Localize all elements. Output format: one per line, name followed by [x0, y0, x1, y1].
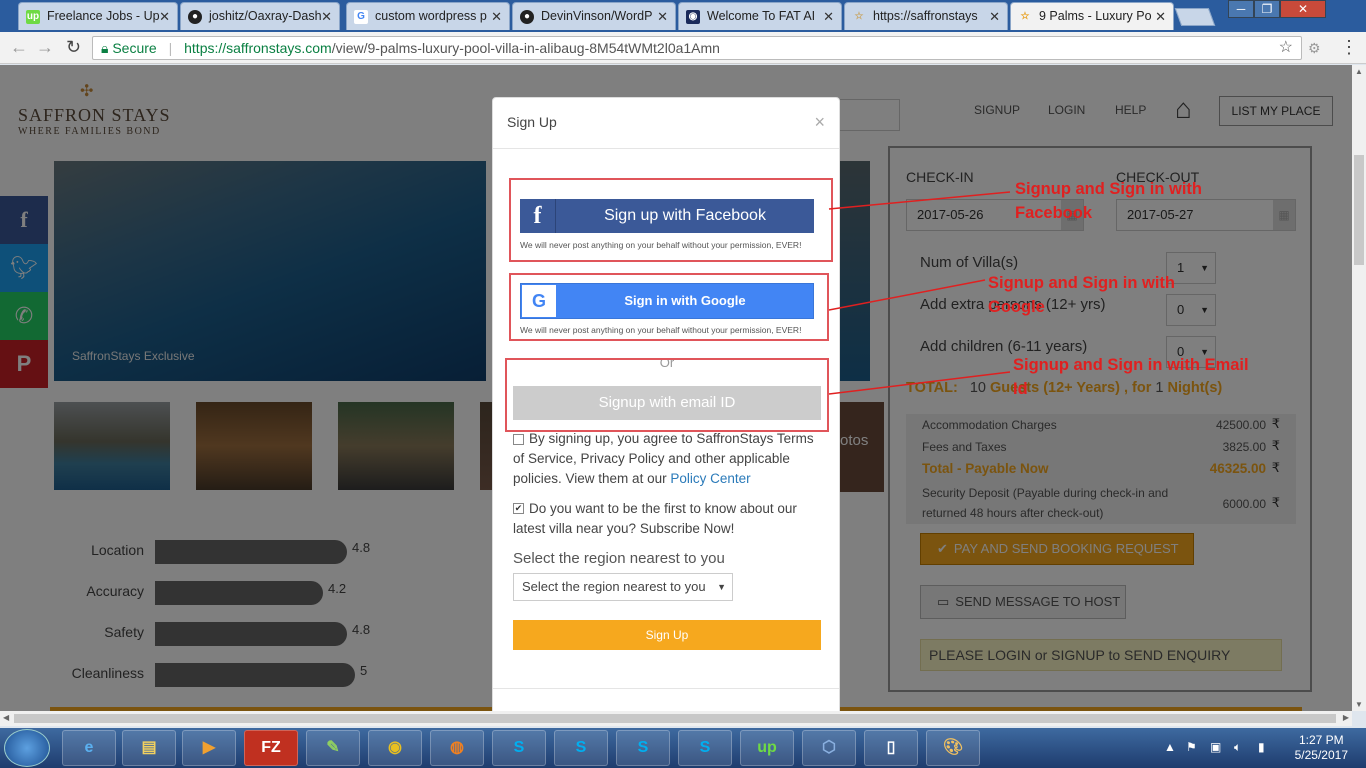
ie-icon[interactable]: e — [62, 730, 116, 766]
annotation-facebook: Signup and Sign in with Facebook — [1015, 177, 1202, 225]
annotation-arrow — [828, 279, 986, 311]
browser-tab-active[interactable]: ☆ 9 Palms - Luxury Po ✕ — [1010, 2, 1174, 30]
annotation-line: Signup and Sign in with Email — [1013, 356, 1249, 374]
virtualbox-icon[interactable]: ⬡ — [802, 730, 856, 766]
upwork-icon[interactable]: up — [740, 730, 794, 766]
folder-icon[interactable]: ▤ — [122, 730, 176, 766]
vertical-scrollbar[interactable]: ▲ ▼ — [1352, 65, 1366, 711]
tab-title: DevinVinson/WordP — [541, 9, 653, 23]
windows-taskbar: e ▤ ▶ FZ ✎ ◉ ◍ S S S S up ⬡ ▯ 🎨︎ ▲ ⚑ ▣ 🔈… — [0, 728, 1366, 768]
start-button[interactable] — [4, 729, 50, 767]
scroll-left-icon[interactable]: ◀ — [3, 713, 9, 722]
scrollbar-thumb[interactable] — [1354, 155, 1364, 265]
media-player-icon[interactable]: ▶ — [182, 730, 236, 766]
annotation-line: Google — [988, 298, 1045, 316]
scrollbar-thumb[interactable] — [14, 714, 1336, 723]
signal-icon[interactable]: ▮ — [1258, 740, 1265, 754]
url-path: /view/9-palms-luxury-pool-villa-in-aliba… — [331, 40, 720, 56]
annotation-line: Signup and Sign in with — [1015, 180, 1202, 198]
tab-title: custom wordpress p — [375, 9, 487, 23]
tab-title: Welcome To FAT AI — [707, 9, 816, 23]
github-icon: ● — [188, 10, 202, 24]
bookmark-star-icon[interactable]: ☆ — [1279, 37, 1293, 59]
skype-icon[interactable]: S — [678, 730, 732, 766]
horizontal-scrollbar[interactable]: ◀ ▶ — [0, 711, 1352, 726]
close-window-button[interactable]: ✕ — [1280, 0, 1326, 18]
scroll-down-icon[interactable]: ▼ — [1355, 700, 1363, 709]
tray-arrow-icon[interactable]: ▲ — [1164, 740, 1176, 754]
annotation-line: Signup and Sign in with — [988, 274, 1175, 292]
close-tab-icon[interactable]: ✕ — [1155, 9, 1166, 25]
browser-tab-bar: up Freelance Jobs - Up ✕ ● joshitz/Oaxra… — [0, 0, 1366, 32]
annotation-email: Signup and Sign in with Email Id — [1013, 353, 1249, 401]
close-tab-icon[interactable]: ✕ — [823, 9, 834, 25]
close-tab-icon[interactable]: ✕ — [159, 9, 170, 25]
star-favicon-icon: ☆ — [1020, 11, 1030, 22]
browser-tab[interactable]: up Freelance Jobs - Up ✕ — [18, 2, 178, 30]
minimize-button[interactable]: ─ — [1228, 0, 1254, 18]
back-arrow-icon[interactable]: ← — [10, 37, 28, 58]
lock-icon: 🔒︎ — [101, 40, 109, 56]
url-host: https://saffronstays.com — [184, 40, 332, 56]
close-tab-icon[interactable]: ✕ — [491, 9, 502, 25]
volume-icon[interactable]: 🔈︎ — [1234, 740, 1241, 755]
browser-tab[interactable]: ☆ https://saffronstays ✕ — [844, 2, 1008, 30]
chrome-icon[interactable]: ◉ — [368, 730, 422, 766]
close-tab-icon[interactable]: ✕ — [989, 9, 1000, 25]
browser-tab[interactable]: ● joshitz/Oaxray-Dash ✕ — [180, 2, 340, 30]
annotation-line: Facebook — [1015, 204, 1093, 222]
github-icon: ● — [520, 10, 534, 24]
browser-tab[interactable]: G custom wordpress p ✕ — [346, 2, 510, 30]
upwork-icon: up — [26, 10, 40, 24]
filezilla-icon[interactable]: FZ — [244, 730, 298, 766]
web-page: ✣ SAFFRON STAYS WHERE FAMILIES BOND SIGN… — [0, 65, 1352, 711]
paint-icon[interactable]: 🎨︎ — [926, 730, 980, 766]
new-tab-button[interactable] — [1174, 8, 1216, 26]
forward-arrow-icon[interactable]: → — [36, 37, 54, 58]
menu-icon[interactable]: ⋮ — [1340, 37, 1358, 58]
scroll-right-icon[interactable]: ▶ — [1343, 713, 1349, 722]
scroll-up-icon[interactable]: ▲ — [1355, 67, 1363, 76]
notepad-plus-icon[interactable]: ✎ — [306, 730, 360, 766]
google-icon: G — [354, 10, 368, 24]
close-tab-icon[interactable]: ✕ — [321, 9, 332, 25]
network-icon[interactable]: ⚑ — [1186, 740, 1197, 754]
secure-label: Secure — [112, 40, 157, 56]
skype-icon[interactable]: S — [492, 730, 546, 766]
tab-title: 9 Palms - Luxury Po — [1039, 9, 1152, 23]
system-clock[interactable]: 1:27 PM 5/25/2017 — [1295, 733, 1348, 763]
extension-icon[interactable]: ⚙ — [1308, 40, 1321, 57]
browser-tab[interactable]: ◉ Welcome To FAT AI ✕ — [678, 2, 842, 30]
skype-icon[interactable]: S — [616, 730, 670, 766]
browser-tab[interactable]: ● DevinVinson/WordP ✕ — [512, 2, 676, 30]
reload-icon[interactable]: ↻ — [66, 37, 81, 58]
tab-title: https://saffronstays — [873, 9, 978, 23]
close-tab-icon[interactable]: ✕ — [657, 9, 668, 25]
annotation-google: Signup and Sign in with Google — [988, 271, 1175, 319]
tab-title: Freelance Jobs - Up — [47, 9, 160, 23]
separator: | — [168, 40, 173, 56]
annotation-arrow — [828, 191, 1011, 210]
maximize-button[interactable]: ❐ — [1254, 0, 1280, 18]
url-field[interactable]: 🔒︎ Secure | https://saffronstays.com/vie… — [92, 36, 1302, 60]
flag-icon[interactable]: ▣ — [1210, 740, 1221, 754]
annotation-arrow — [828, 371, 1011, 395]
clock-date: 5/25/2017 — [1294, 748, 1348, 762]
document-icon[interactable]: ▯ — [864, 730, 918, 766]
site-icon: ◉ — [686, 10, 700, 24]
annotation-line: Id — [1013, 380, 1028, 398]
tab-title: joshitz/Oaxray-Dash — [209, 9, 322, 23]
star-favicon-icon: ☆ — [854, 11, 864, 22]
clock-time: 1:27 PM — [1298, 733, 1344, 747]
address-bar: ← → ↻ 🔒︎ Secure | https://saffronstays.c… — [0, 32, 1366, 64]
skype-icon[interactable]: S — [554, 730, 608, 766]
firefox-icon[interactable]: ◍ — [430, 730, 484, 766]
